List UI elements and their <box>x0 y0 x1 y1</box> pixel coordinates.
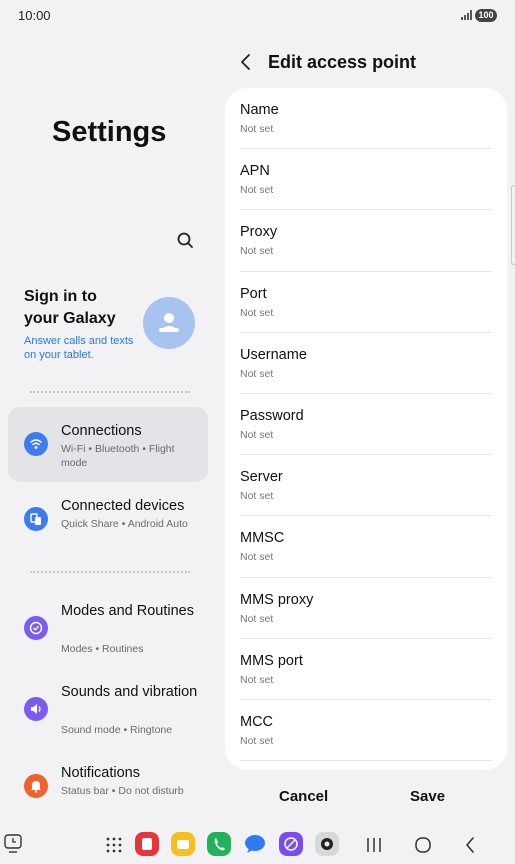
task-changer-icon[interactable] <box>4 834 22 859</box>
signin-subtitle: Answer calls and texts on your tablet. <box>24 335 134 361</box>
menu-item-connections[interactable]: Connections Wi-Fi • Bluetooth • Flight m… <box>8 407 208 482</box>
back-icon[interactable] <box>463 836 477 859</box>
field-mms-proxy[interactable]: MMS proxy Not set <box>240 578 492 639</box>
field-label: Username <box>240 346 307 363</box>
field-server[interactable]: Server Not set <box>240 455 492 517</box>
field-label: Proxy <box>240 224 278 241</box>
field-value: Not set <box>240 306 274 319</box>
bottom-actions: Cancel Save <box>225 782 507 812</box>
field-value: Not set <box>240 612 274 625</box>
cancel-button[interactable]: Cancel <box>279 788 328 805</box>
menu-label: Sounds and vibration <box>61 684 198 700</box>
wifi-icon <box>24 432 48 456</box>
status-time: 10:00 <box>18 8 51 23</box>
field-label: Port <box>240 285 267 302</box>
save-button[interactable]: Save <box>410 788 445 805</box>
menu-item-notifications[interactable]: Notifications Status bar • Do not distur… <box>8 758 208 818</box>
field-mmsc[interactable]: MMSC Not set <box>240 516 492 578</box>
back-arrow-icon[interactable] <box>236 50 256 74</box>
field-name[interactable]: Name Not set <box>240 88 492 150</box>
field-label: MMS proxy <box>240 591 314 608</box>
field-username[interactable]: Username Not set <box>240 333 492 394</box>
field-mms-port[interactable]: MMS port Not set <box>240 639 492 700</box>
menu-sub: Quick Share • Android Auto <box>61 518 188 530</box>
internet-icon[interactable] <box>279 832 303 856</box>
field-value: Not set <box>240 367 274 380</box>
menu-sub: Wi-Fi • Bluetooth • Flight mode <box>61 443 175 469</box>
connected-devices-icon <box>24 507 48 531</box>
menu-item-sounds-vibration[interactable]: Sounds and vibration Sound mode • Ringto… <box>8 677 208 741</box>
page-title: Settings <box>52 116 167 148</box>
field-label: Server <box>240 469 283 486</box>
home-icon[interactable] <box>414 836 432 859</box>
field-value: Not set <box>240 429 274 441</box>
field-value: Not set <box>240 245 274 258</box>
menu-sub: Status bar • Do not disturb <box>61 785 184 797</box>
field-value: Not set <box>240 551 274 564</box>
recent-apps-icon[interactable] <box>366 837 382 858</box>
divider <box>30 571 190 573</box>
field-label: APN <box>240 163 270 180</box>
field-value: Not set <box>240 123 274 135</box>
field-label: Password <box>240 408 304 424</box>
battery-icon: 100 <box>475 9 497 22</box>
apn-fields-card: Name Not set APN Not set Proxy Not set P… <box>225 88 507 770</box>
messages-icon[interactable] <box>243 832 267 856</box>
field-value: Not set <box>240 490 274 503</box>
field-label: Name <box>240 102 279 118</box>
menu-label: Connections <box>61 423 142 439</box>
divider <box>240 760 492 762</box>
my-files-icon[interactable] <box>171 832 195 856</box>
sound-icon <box>24 697 48 721</box>
modes-icon <box>24 616 48 640</box>
phone-icon[interactable] <box>207 832 231 856</box>
menu-label: Connected devices <box>61 498 185 514</box>
menu-sub: Sound mode • Ringtone <box>61 724 173 736</box>
menu-item-modes-routines[interactable]: Modes and Routines Modes • Routines <box>8 596 208 660</box>
edge-panel-handle[interactable] <box>511 185 515 265</box>
menu-label: Modes and Routines <box>61 603 194 619</box>
field-mcc[interactable]: MCC Not set <box>240 700 492 762</box>
menu-label: Notifications <box>61 765 140 781</box>
field-port[interactable]: Port Not set <box>240 272 492 333</box>
field-proxy[interactable]: Proxy Not set <box>240 210 492 272</box>
field-label: MCC <box>240 714 274 730</box>
field-label: MMSC <box>240 530 285 547</box>
menu-item-connected-devices[interactable]: Connected devices Quick Share • Android … <box>8 488 208 550</box>
field-password[interactable]: Password Not set <box>240 394 492 456</box>
field-value: Not set <box>240 184 274 197</box>
search-icon[interactable] <box>175 230 197 252</box>
avatar[interactable] <box>143 297 195 349</box>
signin-title: Sign in to your Galaxy <box>24 288 116 327</box>
apps-grid-icon[interactable] <box>106 837 122 858</box>
status-bar: 10:00 100 <box>0 0 515 30</box>
camera-icon[interactable] <box>315 832 339 856</box>
header-title: Edit access point <box>268 52 417 72</box>
field-value: Not set <box>240 673 274 686</box>
signal-icon <box>461 10 473 20</box>
field-label: MMS port <box>240 652 303 669</box>
divider <box>30 391 190 393</box>
notification-bell-icon <box>24 774 48 798</box>
field-apn[interactable]: APN Not set <box>240 149 492 211</box>
field-value: Not set <box>240 735 274 747</box>
menu-sub: Modes • Routines <box>61 643 144 655</box>
samsung-notes-icon[interactable] <box>135 832 159 856</box>
navigation-bar <box>0 826 515 864</box>
